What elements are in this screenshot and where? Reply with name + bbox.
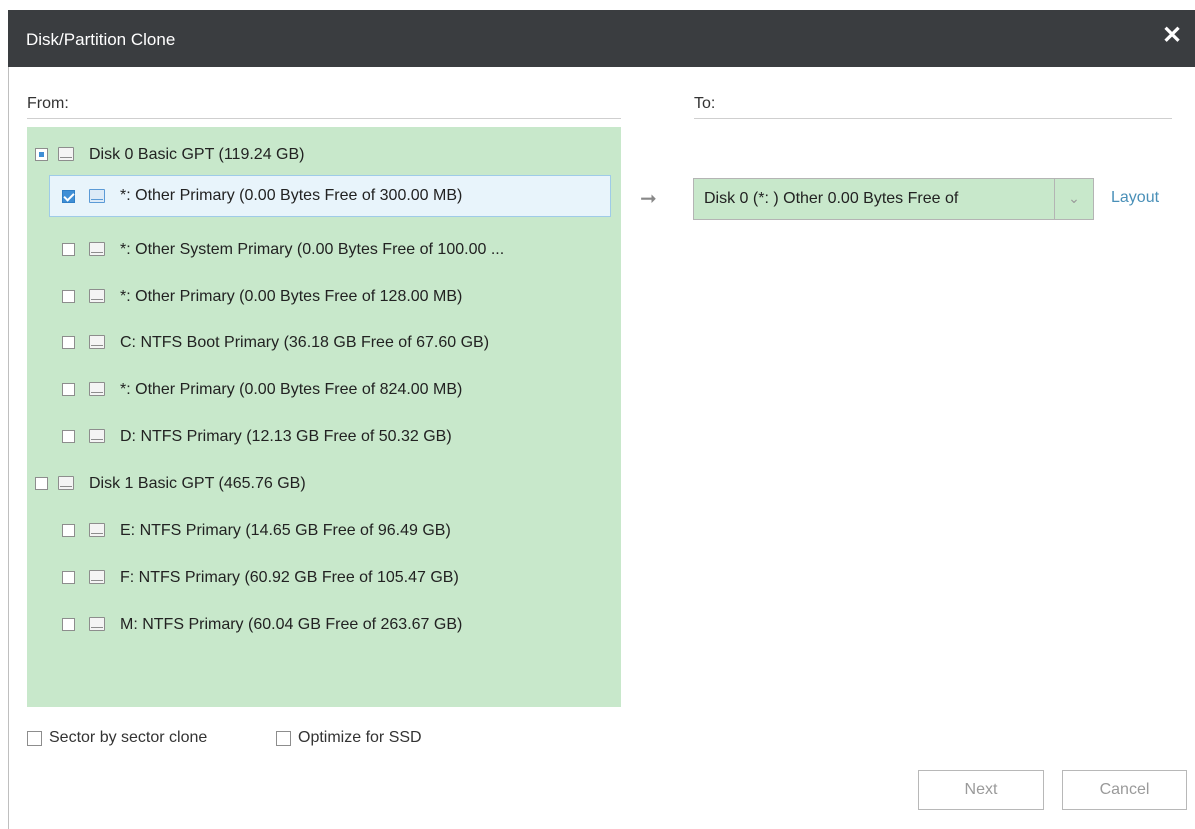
disk-1-row[interactable]: Disk 1 Basic GPT (465.76 GB) xyxy=(27,464,621,504)
partition-label: M: NTFS Primary (60.04 GB Free of 263.67… xyxy=(120,616,463,633)
cancel-button[interactable]: Cancel xyxy=(1062,770,1187,810)
target-dropdown[interactable]: Disk 0 (*: ) Other 0.00 Bytes Free of ⌄ xyxy=(693,178,1094,220)
sector-by-sector-label: Sector by sector clone xyxy=(49,729,208,746)
target-value: Disk 0 (*: ) Other 0.00 Bytes Free of xyxy=(704,190,959,207)
title-bar: Disk/Partition Clone ✕ xyxy=(8,10,1195,67)
window-border xyxy=(8,67,9,829)
partition-icon xyxy=(89,617,105,631)
partition-row[interactable]: *: Other Primary (0.00 Bytes Free of 128… xyxy=(27,277,621,317)
disk-1-label: Disk 1 Basic GPT (465.76 GB) xyxy=(89,475,306,492)
partition-checkbox[interactable] xyxy=(62,243,75,256)
close-icon[interactable]: ✕ xyxy=(1159,23,1185,49)
partition-row[interactable]: E: NTFS Primary (14.65 GB Free of 96.49 … xyxy=(27,511,621,551)
partition-icon xyxy=(89,429,105,443)
disk-0-label: Disk 0 Basic GPT (119.24 GB) xyxy=(89,146,305,163)
sector-by-sector-checkbox[interactable] xyxy=(27,731,42,746)
partition-row[interactable]: M: NTFS Primary (60.04 GB Free of 263.67… xyxy=(27,605,621,645)
partition-label: F: NTFS Primary (60.92 GB Free of 105.47… xyxy=(120,569,459,586)
layout-link[interactable]: Layout xyxy=(1111,189,1159,207)
disk-0-row[interactable]: Disk 0 Basic GPT (119.24 GB) xyxy=(27,135,621,175)
partition-checkbox[interactable] xyxy=(62,571,75,584)
partition-checkbox[interactable] xyxy=(62,290,75,303)
partition-checkbox[interactable] xyxy=(62,190,75,203)
disk-0-checkbox[interactable] xyxy=(35,148,48,161)
partition-icon xyxy=(89,523,105,537)
next-button[interactable]: Next xyxy=(918,770,1044,810)
partition-row[interactable]: C: NTFS Boot Primary (36.18 GB Free of 6… xyxy=(27,323,621,363)
optimize-ssd-label: Optimize for SSD xyxy=(298,729,422,746)
partition-checkbox[interactable] xyxy=(62,430,75,443)
chevron-down-icon[interactable]: ⌄ xyxy=(1054,179,1093,219)
from-label: From: xyxy=(27,95,69,112)
source-tree: Disk 0 Basic GPT (119.24 GB) *: Other Pr… xyxy=(27,127,621,707)
to-label: To: xyxy=(694,95,716,112)
partition-icon xyxy=(89,189,105,203)
partition-checkbox[interactable] xyxy=(62,336,75,349)
partition-label: C: NTFS Boot Primary (36.18 GB Free of 6… xyxy=(120,334,490,351)
partition-checkbox[interactable] xyxy=(62,618,75,631)
partition-label: E: NTFS Primary (14.65 GB Free of 96.49 … xyxy=(120,522,451,539)
partition-label: *: Other Primary (0.00 Bytes Free of 300… xyxy=(120,187,463,204)
disk-icon xyxy=(58,147,74,161)
partition-row-selected[interactable]: *: Other Primary (0.00 Bytes Free of 300… xyxy=(27,175,611,217)
partition-row[interactable]: F: NTFS Primary (60.92 GB Free of 105.47… xyxy=(27,558,621,598)
partition-label: D: NTFS Primary (12.13 GB Free of 50.32 … xyxy=(120,428,452,445)
optimize-ssd-checkbox[interactable] xyxy=(276,731,291,746)
partition-row[interactable]: D: NTFS Primary (12.13 GB Free of 50.32 … xyxy=(27,417,621,457)
partition-icon xyxy=(89,570,105,584)
disk-1-checkbox[interactable] xyxy=(35,477,48,490)
to-divider xyxy=(694,118,1172,119)
partition-icon xyxy=(89,335,105,349)
right-arrow-icon: ➞ xyxy=(640,188,657,210)
partition-icon xyxy=(89,382,105,396)
partition-row[interactable]: *: Other System Primary (0.00 Bytes Free… xyxy=(27,230,621,270)
from-divider xyxy=(27,118,621,119)
partition-label: *: Other Primary (0.00 Bytes Free of 824… xyxy=(120,381,463,398)
partition-label: *: Other Primary (0.00 Bytes Free of 128… xyxy=(120,288,463,305)
partition-icon xyxy=(89,242,105,256)
disk-icon xyxy=(58,476,74,490)
window-title: Disk/Partition Clone xyxy=(26,30,176,49)
partition-checkbox[interactable] xyxy=(62,383,75,396)
partition-icon xyxy=(89,289,105,303)
partition-checkbox[interactable] xyxy=(62,524,75,537)
partition-label: *: Other System Primary (0.00 Bytes Free… xyxy=(120,241,505,258)
partition-row[interactable]: *: Other Primary (0.00 Bytes Free of 824… xyxy=(27,370,621,410)
